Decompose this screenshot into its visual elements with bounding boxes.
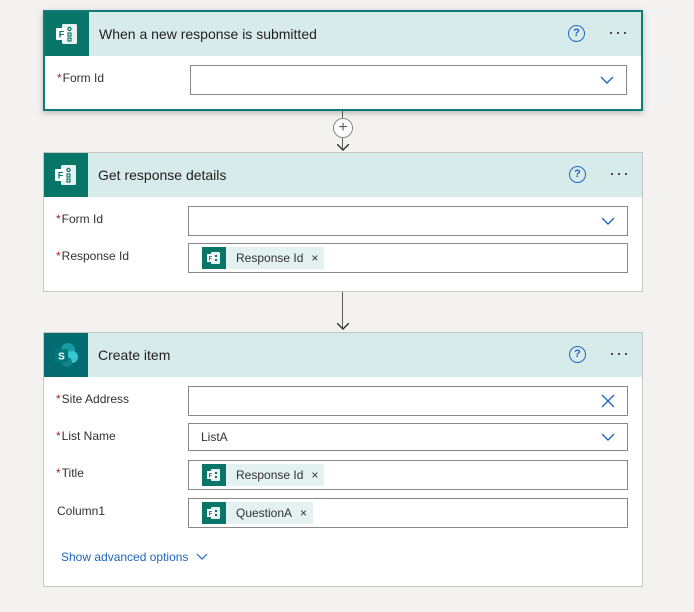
dynamic-content-token[interactable]: F Response Id × [202, 247, 325, 269]
remove-token-icon[interactable]: × [311, 251, 318, 265]
required-mark: * [56, 466, 61, 480]
show-advanced-options-label: Show advanced options [61, 550, 189, 564]
svg-text:F: F [209, 257, 213, 263]
help-icon[interactable]: ? [569, 346, 586, 363]
forms-icon: F [202, 464, 226, 486]
column1-label: Column1 [57, 504, 106, 518]
required-mark: * [56, 392, 61, 406]
remove-token-icon[interactable]: × [311, 468, 318, 482]
required-mark: * [57, 71, 62, 85]
site-address-row: *Site Address [44, 386, 642, 416]
site-address-label: *Site Address [56, 392, 130, 406]
svg-text:S: S [58, 352, 65, 363]
list-name-dropdown[interactable]: ListA [188, 423, 628, 451]
trigger-card-title: When a new response is submitted [99, 26, 317, 42]
list-name-row: *List Name ListA [44, 423, 642, 453]
trigger-card[interactable]: F When a new response is submitted ? ···… [43, 10, 643, 111]
column1-input[interactable]: F QuestionA × [188, 498, 628, 528]
trigger-card-header[interactable]: F When a new response is submitted ? ··· [45, 12, 641, 56]
title-row: *Title F Response Id × [44, 460, 642, 490]
create-item-card-header[interactable]: S Create item ? ··· [44, 333, 642, 377]
arrow-down-icon [337, 144, 349, 151]
form-id-label: *Form Id [56, 212, 104, 226]
forms-icon: F [202, 502, 226, 524]
token-label: QuestionA [236, 506, 293, 520]
more-options-icon[interactable]: ··· [609, 343, 630, 363]
get-details-response-id-row: *Response Id F Response Id × [44, 243, 642, 273]
title-label: *Title [56, 466, 84, 480]
title-input[interactable]: F Response Id × [188, 460, 628, 490]
dynamic-content-token[interactable]: F Response Id × [202, 464, 325, 486]
form-id-label: *Form Id [57, 71, 105, 85]
site-address-input[interactable] [188, 386, 628, 416]
help-icon[interactable]: ? [569, 166, 586, 183]
add-step-button[interactable]: + [333, 118, 353, 138]
dynamic-content-token[interactable]: F QuestionA × [202, 502, 314, 524]
response-id-input[interactable]: F Response Id × [188, 243, 628, 273]
required-mark: * [56, 429, 61, 443]
response-id-label: *Response Id [56, 249, 130, 263]
form-id-dropdown[interactable] [190, 65, 627, 95]
chevron-down-icon[interactable] [601, 214, 615, 228]
list-name-label: *List Name [56, 429, 116, 443]
forms-icon: F [44, 153, 88, 197]
show-advanced-options-link[interactable]: Show advanced options [61, 550, 208, 564]
svg-text:F: F [58, 171, 64, 181]
sharepoint-icon: S [44, 333, 88, 377]
required-mark: * [56, 249, 61, 263]
chevron-down-icon[interactable] [600, 73, 614, 87]
more-options-icon[interactable]: ··· [608, 22, 629, 42]
get-details-card-title: Get response details [98, 167, 227, 183]
svg-text:F: F [209, 512, 213, 518]
create-item-card-title: Create item [98, 347, 171, 363]
column1-row: Column1 F QuestionA × [44, 498, 642, 528]
svg-text:F: F [59, 30, 65, 40]
chevron-down-icon[interactable] [601, 430, 615, 444]
get-details-card-header[interactable]: F Get response details ? ··· [44, 153, 642, 197]
list-name-value: ListA [201, 430, 228, 444]
required-mark: * [56, 212, 61, 226]
arrow-down-icon [337, 323, 349, 330]
token-label: Response Id [236, 251, 304, 265]
forms-icon: F [202, 247, 226, 269]
remove-token-icon[interactable]: × [300, 506, 307, 520]
trigger-form-id-row: *Form Id [45, 65, 641, 95]
help-icon[interactable]: ? [568, 25, 585, 42]
clear-icon[interactable] [601, 394, 615, 408]
token-label: Response Id [236, 468, 304, 482]
form-id-dropdown[interactable] [188, 206, 628, 236]
forms-icon: F [45, 12, 89, 56]
chevron-down-icon [197, 553, 208, 560]
get-details-form-id-row: *Form Id [44, 206, 642, 236]
more-options-icon[interactable]: ··· [609, 163, 630, 183]
svg-text:F: F [209, 474, 213, 480]
get-response-details-card[interactable]: F Get response details ? ··· *Form Id *R… [43, 152, 643, 292]
create-item-card[interactable]: S Create item ? ··· *Site Address *List … [43, 332, 643, 587]
